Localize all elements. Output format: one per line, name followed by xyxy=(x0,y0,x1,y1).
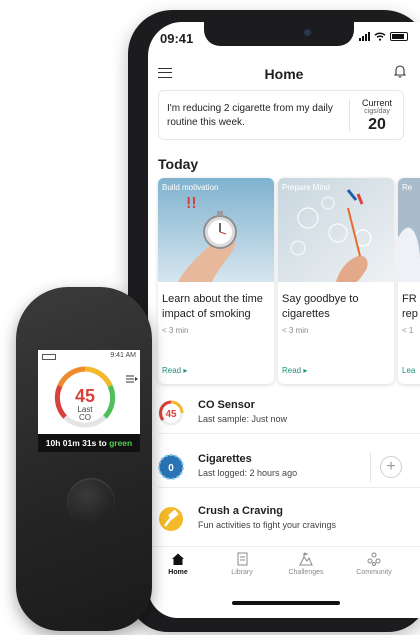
current-value: 20 xyxy=(368,116,386,133)
device-timer: 10h 01m 31s to green xyxy=(38,434,140,452)
camera-icon xyxy=(304,29,311,36)
cigarettes-row[interactable]: 0 Cigarettes Last logged: 2 hours ago + xyxy=(148,448,420,488)
device-time: 9:41 AM xyxy=(110,352,136,359)
device-screen: 9:41 AM 45 Last CO 10h 01m 31s to green xyxy=(38,350,140,452)
card-title: Say goodbye to cigarettes xyxy=(282,293,359,320)
bottom-tab-bar: Home Library Challenges Community xyxy=(148,546,420,592)
row-title: Crush a Craving xyxy=(198,505,283,517)
card-duration: < 1 xyxy=(402,326,414,335)
device-co-value: 45 xyxy=(74,386,96,406)
read-link[interactable]: Read ▸ xyxy=(162,366,187,375)
tab-label: Community xyxy=(356,569,392,576)
community-icon xyxy=(367,552,381,566)
library-icon xyxy=(237,552,248,566)
phone-notch xyxy=(204,22,354,46)
status-icons xyxy=(359,32,408,41)
page-title: Home xyxy=(264,66,304,82)
content-card-prepare-mind[interactable]: Prepare Mind Say goodbye to cigarettes <… xyxy=(278,178,394,384)
row-subtitle: Fun activities to fight your cravings xyxy=(198,520,337,530)
read-link[interactable]: Read ▸ xyxy=(282,366,307,375)
row-subtitle: Last sample: Just now xyxy=(198,414,288,424)
unit-label: cigs/day xyxy=(364,108,390,115)
co-gauge-icon: 45 xyxy=(158,400,184,426)
content-card-partial[interactable]: Re FR rep < 1 Lea xyxy=(398,178,420,384)
tab-challenges[interactable]: Challenges xyxy=(276,552,336,576)
trend-icon xyxy=(126,375,138,383)
row-divider xyxy=(158,433,420,434)
current-label: Current xyxy=(361,98,392,108)
tab-library[interactable]: Library xyxy=(212,552,272,576)
read-link[interactable]: Lea xyxy=(402,366,415,375)
tab-label: Home xyxy=(168,569,188,576)
co-icon-value: 45 xyxy=(165,409,177,420)
today-title: Today xyxy=(158,156,199,172)
device-status-bar: 9:41 AM xyxy=(42,352,136,362)
tab-community[interactable]: Community xyxy=(344,552,404,576)
card-image xyxy=(398,178,420,282)
bubbles-image xyxy=(278,178,394,282)
svg-text:!!: !! xyxy=(186,195,197,212)
card-tag: Prepare Mind xyxy=(282,183,331,192)
home-icon xyxy=(172,553,184,565)
add-cigarette-button[interactable]: + xyxy=(380,456,402,478)
row-title: Cigarettes xyxy=(198,453,252,465)
goal-card[interactable]: I'm reducing 2 cigarette from my daily r… xyxy=(158,90,404,140)
challenges-icon xyxy=(299,552,313,566)
wifi-icon xyxy=(374,32,386,41)
card-duration: < 3 min xyxy=(162,326,189,335)
phone-screen: 09:41 Home I'm reducing 2 cigarette from… xyxy=(148,22,420,618)
goal-message: I'm reducing 2 cigarette from my daily r… xyxy=(167,103,333,128)
timer-target: green xyxy=(109,438,133,448)
row-title: CO Sensor xyxy=(198,399,255,411)
device-battery-icon xyxy=(42,354,56,360)
cigarette-icon-value: 0 xyxy=(168,463,174,474)
current-consumption: Current cigs/day 20 xyxy=(350,98,404,134)
status-time: 09:41 xyxy=(160,31,194,46)
craving-hammer-icon xyxy=(159,507,183,531)
signal-icon xyxy=(359,32,370,41)
co-sensor-row[interactable]: 45 CO Sensor Last sample: Just now xyxy=(148,394,420,434)
device-button[interactable] xyxy=(67,478,115,526)
co-sensor-device xyxy=(16,287,152,631)
battery-icon xyxy=(390,32,408,41)
crush-craving-row[interactable]: Crush a Craving Fun activities to fight … xyxy=(148,500,420,540)
add-divider xyxy=(370,452,371,482)
content-card-motivation[interactable]: !! Build motivation Learn about the time… xyxy=(158,178,274,384)
card-tag: Re xyxy=(402,183,413,192)
app-header: Home xyxy=(148,58,420,88)
card-title: Learn about the time impact of smoking xyxy=(162,293,263,320)
tab-home[interactable]: Home xyxy=(148,552,208,576)
row-subtitle: Last logged: 2 hours ago xyxy=(198,468,298,478)
stopwatch-image: !! xyxy=(158,178,274,282)
card-tag: Build motivation xyxy=(162,183,219,192)
cigarette-counter-icon: 0 xyxy=(158,454,184,480)
card-title: FR rep xyxy=(402,293,418,320)
bell-icon[interactable] xyxy=(394,64,406,78)
card-duration: < 3 min xyxy=(282,326,309,335)
row-divider xyxy=(158,487,420,488)
device-co-label: CO xyxy=(79,413,91,422)
tab-label: Library xyxy=(231,569,253,576)
home-indicator[interactable] xyxy=(232,601,340,605)
tab-label: Challenges xyxy=(288,569,324,576)
timer-prefix: 10h 01m 31s to xyxy=(45,438,110,448)
